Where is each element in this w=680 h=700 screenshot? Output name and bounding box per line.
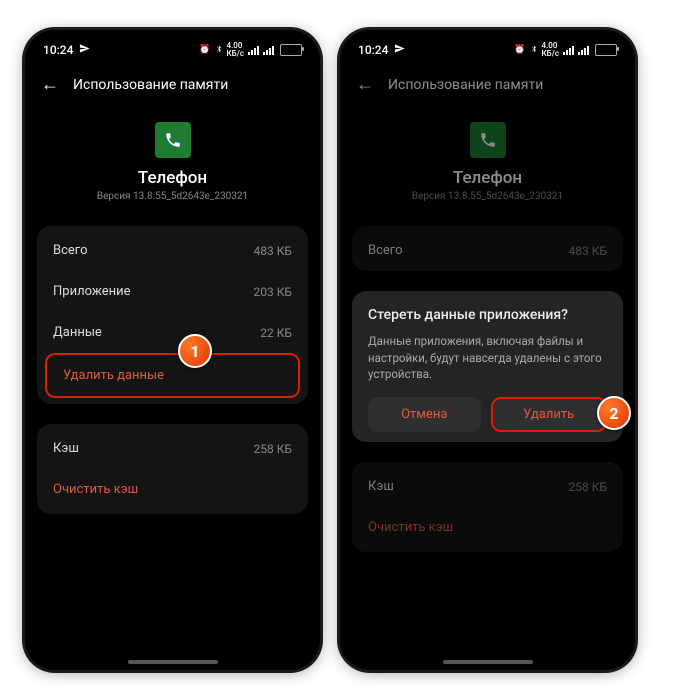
alarm-icon: ⏰ — [199, 45, 210, 55]
row-total: Всего 483 КБ — [37, 230, 308, 271]
clear-data-button[interactable]: Удалить данные — [45, 353, 300, 398]
cache-card: Кэш 258 КБ Очистить кэш — [37, 424, 308, 514]
cache-card: Кэш 258 КБ Очистить кэш — [352, 462, 623, 552]
page-title: Использование памяти — [388, 77, 543, 93]
telegram-icon — [79, 43, 90, 57]
signal-icon — [248, 46, 259, 55]
dialog-confirm-button[interactable]: Удалить — [491, 397, 608, 432]
confirm-dialog: Стереть данные приложения? Данные прилож… — [352, 291, 623, 442]
phone-app-icon — [470, 122, 506, 158]
phone-app-icon — [155, 122, 191, 158]
alarm-icon: ⏰ — [514, 45, 525, 55]
net-speed: 4.00КБ/с — [542, 42, 559, 58]
battery-icon — [595, 44, 617, 56]
dialog-body: Данные приложения, включая файлы и настр… — [368, 333, 607, 383]
app-name: Телефон — [25, 168, 320, 188]
status-bar: 10:24 ⏰ 4.00КБ/с — [340, 30, 635, 64]
app-version: Версия 13.8.55_5d2643e_230321 — [340, 191, 635, 202]
storage-card-dim: Всего 483 КБ — [352, 226, 623, 271]
battery-icon — [280, 44, 302, 56]
signal-icon — [563, 46, 574, 55]
status-bar: 10:24 ⏰ 4.00КБ/с — [25, 30, 320, 64]
app-name: Телефон — [340, 168, 635, 188]
net-speed: 4.00КБ/с — [227, 42, 244, 58]
phone-left: 10:24 ⏰ 4.00КБ/с ← Использование памяти … — [25, 30, 320, 670]
app-version: Версия 13.8.55_5d2643e_230321 — [25, 191, 320, 202]
back-icon[interactable]: ← — [41, 76, 59, 94]
step-badge-1: 1 — [178, 334, 212, 368]
bluetooth-icon — [215, 44, 223, 57]
phone-right: 10:24 ⏰ 4.00КБ/с ← Использование памяти … — [340, 30, 635, 670]
signal-icon-2 — [578, 46, 589, 55]
storage-card: Всего 483 КБ Приложение 203 КБ Данные 22… — [37, 226, 308, 404]
home-indicator[interactable] — [443, 660, 533, 664]
page-header: ← Использование памяти — [25, 64, 320, 98]
telegram-icon — [394, 43, 405, 57]
dialog-cancel-button[interactable]: Отмена — [368, 397, 481, 432]
back-icon[interactable]: ← — [356, 76, 374, 94]
bluetooth-icon — [530, 44, 538, 57]
row-data: Данные 22 КБ — [37, 312, 308, 353]
home-indicator[interactable] — [128, 660, 218, 664]
signal-icon-2 — [263, 46, 274, 55]
row-total: Всего 483 КБ — [352, 230, 623, 271]
app-info: Телефон Версия 13.8.55_5d2643e_230321 — [25, 98, 320, 216]
status-time: 10:24 — [358, 43, 388, 57]
clear-cache-button[interactable]: Очистить кэш — [37, 469, 308, 510]
dialog-title: Стереть данные приложения? — [368, 307, 607, 323]
clear-cache-button[interactable]: Очистить кэш — [352, 507, 623, 548]
page-title: Использование памяти — [73, 77, 228, 93]
row-cache: Кэш 258 КБ — [352, 466, 623, 507]
row-cache: Кэш 258 КБ — [37, 428, 308, 469]
status-time: 10:24 — [43, 43, 73, 57]
app-info: Телефон Версия 13.8.55_5d2643e_230321 — [340, 98, 635, 216]
step-badge-2: 2 — [597, 396, 631, 430]
page-header: ← Использование памяти — [340, 64, 635, 98]
row-app: Приложение 203 КБ — [37, 271, 308, 312]
